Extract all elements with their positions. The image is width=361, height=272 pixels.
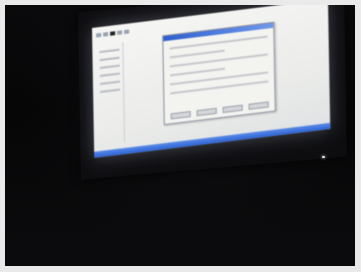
window-toolbar	[96, 26, 156, 38]
window-sidebar	[96, 42, 126, 146]
toolbar-icon	[117, 30, 123, 35]
toolbar-icon	[103, 32, 109, 37]
toolbar-icon	[124, 29, 130, 35]
dialog-button	[222, 104, 243, 113]
sidebar-line	[99, 48, 120, 54]
desk-shadow	[0, 200, 361, 272]
toolbar-icon	[110, 31, 116, 36]
sidebar-line	[99, 64, 120, 70]
sidebar-line	[99, 56, 120, 62]
sidebar-line	[99, 72, 120, 78]
dialog-button	[170, 110, 191, 120]
dialog-buttons	[170, 101, 269, 120]
sidebar-line	[100, 88, 121, 94]
dialog-button	[248, 101, 269, 110]
dialog-button	[196, 107, 217, 117]
dialog-window	[162, 21, 276, 126]
toolbar-icon	[96, 32, 102, 38]
dialog-row	[169, 49, 225, 59]
sidebar-line	[99, 80, 121, 86]
power-led	[322, 156, 325, 158]
dialog-row	[169, 67, 225, 77]
photo-scene	[0, 0, 361, 272]
